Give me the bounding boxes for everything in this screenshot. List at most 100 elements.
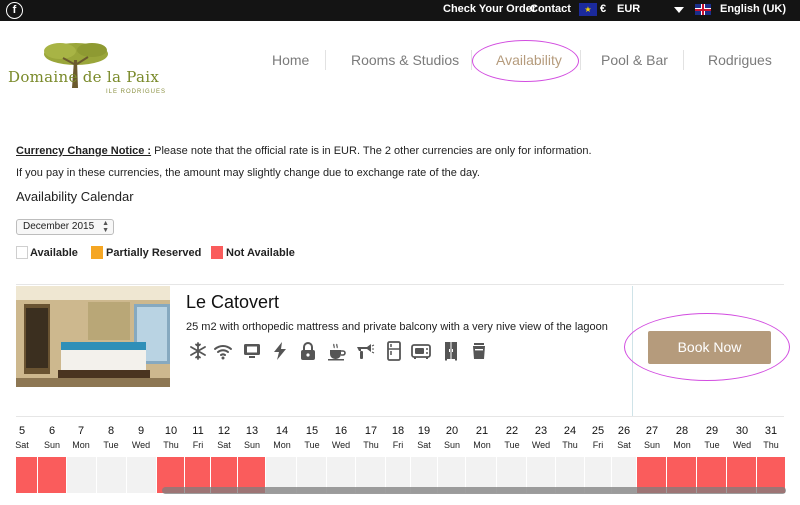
calendar-day-weekday: Mon: [473, 440, 491, 450]
calendar-day-weekday: Thu: [562, 440, 578, 450]
calendar-day-header: 8 Tue: [96, 425, 126, 450]
calendar-day-weekday: Wed: [131, 440, 151, 450]
legend-swatch-available: [16, 246, 28, 259]
calendar-day-weekday: Mon: [72, 440, 90, 450]
legend-label-partial: Partially Reserved: [106, 247, 202, 259]
calendar-day-header: 9 Wed: [126, 425, 156, 450]
logo-name: Domaine de la Paix: [8, 68, 160, 86]
calendar-day-header: 21 Mon: [467, 425, 497, 450]
calendar-day-cell[interactable]: [38, 457, 67, 493]
calendar-day-header: 30 Wed: [727, 425, 757, 450]
calendar-day-header: 10 Thu: [156, 425, 186, 450]
calendar-day-weekday: Mon: [673, 440, 691, 450]
calendar-day-weekday: Wed: [331, 440, 351, 450]
calendar-day-number: 14: [275, 425, 289, 437]
nav-rooms-studios[interactable]: Rooms & Studios: [351, 52, 459, 68]
calendar-day-number: 6: [48, 425, 56, 437]
calendar-day-header: 14 Mon: [267, 425, 297, 450]
calendar-day-cell[interactable]: [16, 457, 38, 493]
calendar-scrollbar[interactable]: [162, 487, 786, 494]
calendar-day-number: 28: [675, 425, 689, 437]
calendar-day-header: 29 Tue: [697, 425, 727, 450]
divider: [16, 284, 784, 285]
calendar-day-weekday: Tue: [103, 440, 119, 450]
calendar-day-weekday: Thu: [163, 440, 179, 450]
calendar-day-header: 22 Tue: [497, 425, 527, 450]
facebook-icon[interactable]: f: [6, 2, 23, 19]
calendar-day-number: 29: [705, 425, 719, 437]
wifi-icon: [214, 345, 232, 360]
currency-select[interactable]: EUR: [617, 3, 640, 15]
kettle-icon: [473, 343, 485, 359]
calendar-day-weekday: Sun: [643, 440, 660, 450]
month-select[interactable]: December 2015 ▲ ▼: [16, 219, 114, 235]
legend-swatch-partial: [91, 246, 103, 259]
nav-separator: [683, 50, 684, 70]
legend-label-available: Available: [30, 247, 78, 259]
calendar-day-number: 13: [245, 425, 259, 437]
nav-separator: [325, 50, 326, 70]
calendar-day-header: 6 Sun: [37, 425, 67, 450]
calendar-day-number: 30: [735, 425, 749, 437]
calendar-day-weekday: Wed: [732, 440, 752, 450]
calendar-day-weekday: Sun: [243, 440, 260, 450]
legend-label-not-available: Not Available: [226, 247, 295, 259]
room-photo-illustration: [16, 286, 170, 387]
logo-subtitle: ILE RODRIGUES: [106, 89, 167, 95]
currency-symbol: €: [600, 3, 607, 15]
currency-notice-line2: If you pay in these currencies, the amou…: [16, 167, 480, 179]
calendar-day-weekday: Tue: [504, 440, 520, 450]
room-description: 25 m2 with orthopedic mattress and priva…: [186, 321, 608, 333]
tv-icon: [244, 344, 260, 358]
month-select-value: December 2015: [23, 221, 95, 232]
nav-rodrigues[interactable]: Rodrigues: [708, 52, 772, 68]
contact-link[interactable]: Contact: [530, 3, 571, 15]
calendar-day-header: 20 Sun: [437, 425, 467, 450]
legend-swatch-not-available: [211, 246, 223, 259]
microwave-icon: [411, 344, 431, 359]
nav-pool-bar[interactable]: Pool & Bar: [601, 52, 668, 68]
divider: [16, 416, 784, 417]
logo[interactable]: Domaine de la Paix ILE RODRIGUES: [8, 38, 167, 100]
calendar-day-weekday: Wed: [531, 440, 551, 450]
calendar-day-weekday: Sun: [443, 440, 460, 450]
calendar-day-weekday: Mon: [273, 440, 291, 450]
select-arrows-icon: ▲ ▼: [102, 220, 109, 234]
calendar-day-number: 15: [305, 425, 319, 437]
calendar-day-number: 24: [563, 425, 577, 437]
coffee-icon: [328, 343, 346, 361]
calendar-day-header: 27 Sun: [637, 425, 667, 450]
uk-flag-icon: [695, 4, 711, 15]
calendar-day-number: 9: [137, 425, 145, 437]
calendar-day-number: 31: [764, 425, 778, 437]
hairdryer-icon: [357, 344, 375, 359]
check-order-link[interactable]: Check Your Order: [443, 3, 536, 15]
highlight-circle: [624, 313, 790, 381]
electricity-icon: [274, 342, 286, 360]
calendar-day-number: 19: [417, 425, 431, 437]
nav-separator: [580, 50, 581, 70]
calendar-day-header: 23 Wed: [526, 425, 556, 450]
calendar-day-number: 10: [164, 425, 178, 437]
calendar-day-cell[interactable]: [97, 457, 127, 493]
currency-notice: Currency Change Notice : Please note tha…: [16, 145, 592, 157]
calendar-day-header: 13 Sun: [237, 425, 267, 450]
calendar-day-cell[interactable]: [67, 457, 97, 493]
calendar-day-number: 26: [617, 425, 631, 437]
chevron-down-icon[interactable]: [674, 7, 684, 13]
calendar-day-number: 5: [18, 425, 26, 437]
calendar-day-header: 15 Tue: [297, 425, 327, 450]
calendar-day-weekday: Sat: [217, 440, 231, 450]
calendar-day-weekday: Sun: [43, 440, 60, 450]
room-title[interactable]: Le Catovert: [186, 292, 279, 313]
calendar-day-number: 27: [645, 425, 659, 437]
calendar-day-weekday: Sat: [15, 440, 29, 450]
calendar-day-header: 7 Mon: [66, 425, 96, 450]
calendar-day-cell[interactable]: [127, 457, 157, 493]
language-select[interactable]: English (UK): [720, 3, 786, 15]
calendar-day-number: 20: [445, 425, 459, 437]
eu-flag-icon: ★: [579, 3, 597, 16]
nav-home[interactable]: Home: [272, 52, 309, 68]
calendar-day-weekday: Thu: [763, 440, 779, 450]
room-photo[interactable]: [16, 286, 170, 387]
